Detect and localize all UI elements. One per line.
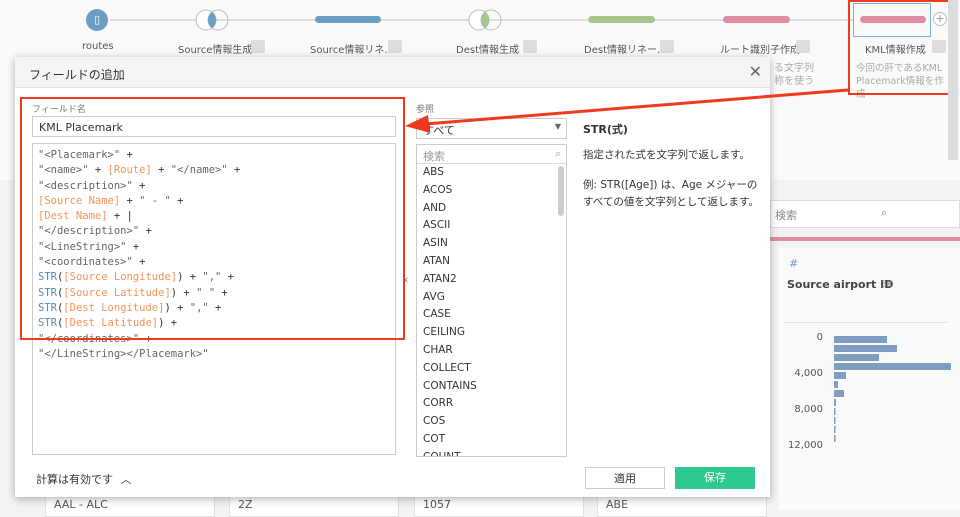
annotation-arrow: [405, 88, 849, 133]
